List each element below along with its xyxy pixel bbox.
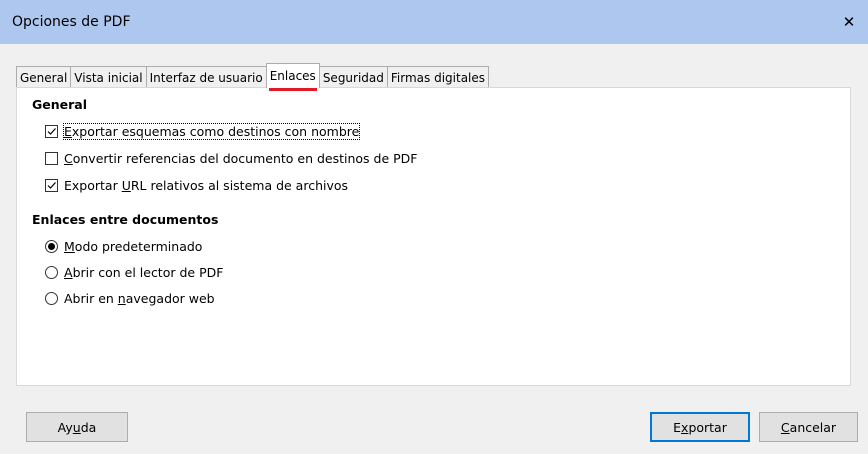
radio-label: Abrir en navegador web	[64, 291, 215, 306]
section-title-cross-document: Enlaces entre documentos	[32, 212, 219, 227]
tab-label: Enlaces	[269, 69, 316, 83]
close-icon: ✕	[842, 13, 856, 31]
radio-selected-dot	[48, 243, 55, 250]
radio-circle[interactable]	[45, 240, 58, 253]
tab-label: Interfaz de usuario	[149, 70, 263, 85]
tab-bar: General Vista inicial Interfaz de usuari…	[16, 63, 490, 91]
tab-security[interactable]: Seguridad	[318, 66, 388, 88]
tab-label: General	[20, 70, 68, 85]
checkmark-icon	[47, 128, 56, 135]
checkbox-label: Convertir referencias del documento en d…	[64, 151, 418, 166]
checkbox-box[interactable]	[45, 179, 58, 192]
radio-default-mode[interactable]: Modo predeterminado	[45, 239, 202, 254]
button-label: Ayuda	[57, 419, 97, 435]
section-title-general: General	[32, 97, 87, 112]
tab-links[interactable]: Enlaces	[265, 63, 320, 91]
pdf-options-dialog: Opciones de PDF ✕ General Vista inicial …	[0, 0, 868, 454]
radio-circle[interactable]	[45, 266, 58, 279]
checkbox-box[interactable]	[45, 125, 58, 138]
window-title: Opciones de PDF	[12, 14, 131, 30]
radio-open-pdf-reader[interactable]: Abrir con el lector de PDF	[45, 265, 223, 280]
tab-label: Seguridad	[322, 70, 384, 85]
radio-label: Abrir con el lector de PDF	[64, 265, 224, 280]
button-label: Cancelar	[780, 419, 837, 435]
radio-circle[interactable]	[45, 292, 58, 305]
tab-label: Vista inicial	[74, 70, 143, 85]
button-label: Exportar	[673, 419, 727, 435]
radio-label: Modo predeterminado	[64, 239, 203, 254]
tab-label: Firmas digitales	[390, 70, 486, 85]
checkbox-export-outlines[interactable]: Exportar esquemas como destinos con nomb…	[45, 123, 361, 140]
checkbox-relative-urls[interactable]: Exportar URL relativos al sistema de arc…	[45, 178, 348, 193]
links-panel: General Exportar esquemas como destinos …	[16, 87, 851, 386]
close-button[interactable]: ✕	[830, 0, 868, 44]
cancel-button[interactable]: Cancelar	[759, 412, 858, 442]
tab-user-interface[interactable]: Interfaz de usuario	[145, 66, 267, 88]
radio-open-web-browser[interactable]: Abrir en navegador web	[45, 291, 215, 306]
checkbox-label: Exportar esquemas como destinos con nomb…	[62, 123, 361, 140]
active-tab-indicator	[268, 88, 317, 91]
checkbox-convert-references[interactable]: Convertir referencias del documento en d…	[45, 151, 418, 166]
tab-digital-signatures[interactable]: Firmas digitales	[386, 66, 490, 88]
checkmark-icon	[47, 182, 56, 189]
tab-initial-view[interactable]: Vista inicial	[70, 66, 147, 88]
export-button[interactable]: Exportar	[650, 412, 750, 442]
checkbox-box[interactable]	[45, 152, 58, 165]
help-button[interactable]: Ayuda	[26, 412, 128, 442]
checkbox-label: Exportar URL relativos al sistema de arc…	[64, 178, 349, 193]
title-bar: Opciones de PDF ✕	[0, 0, 868, 44]
tab-general[interactable]: General	[16, 66, 72, 88]
